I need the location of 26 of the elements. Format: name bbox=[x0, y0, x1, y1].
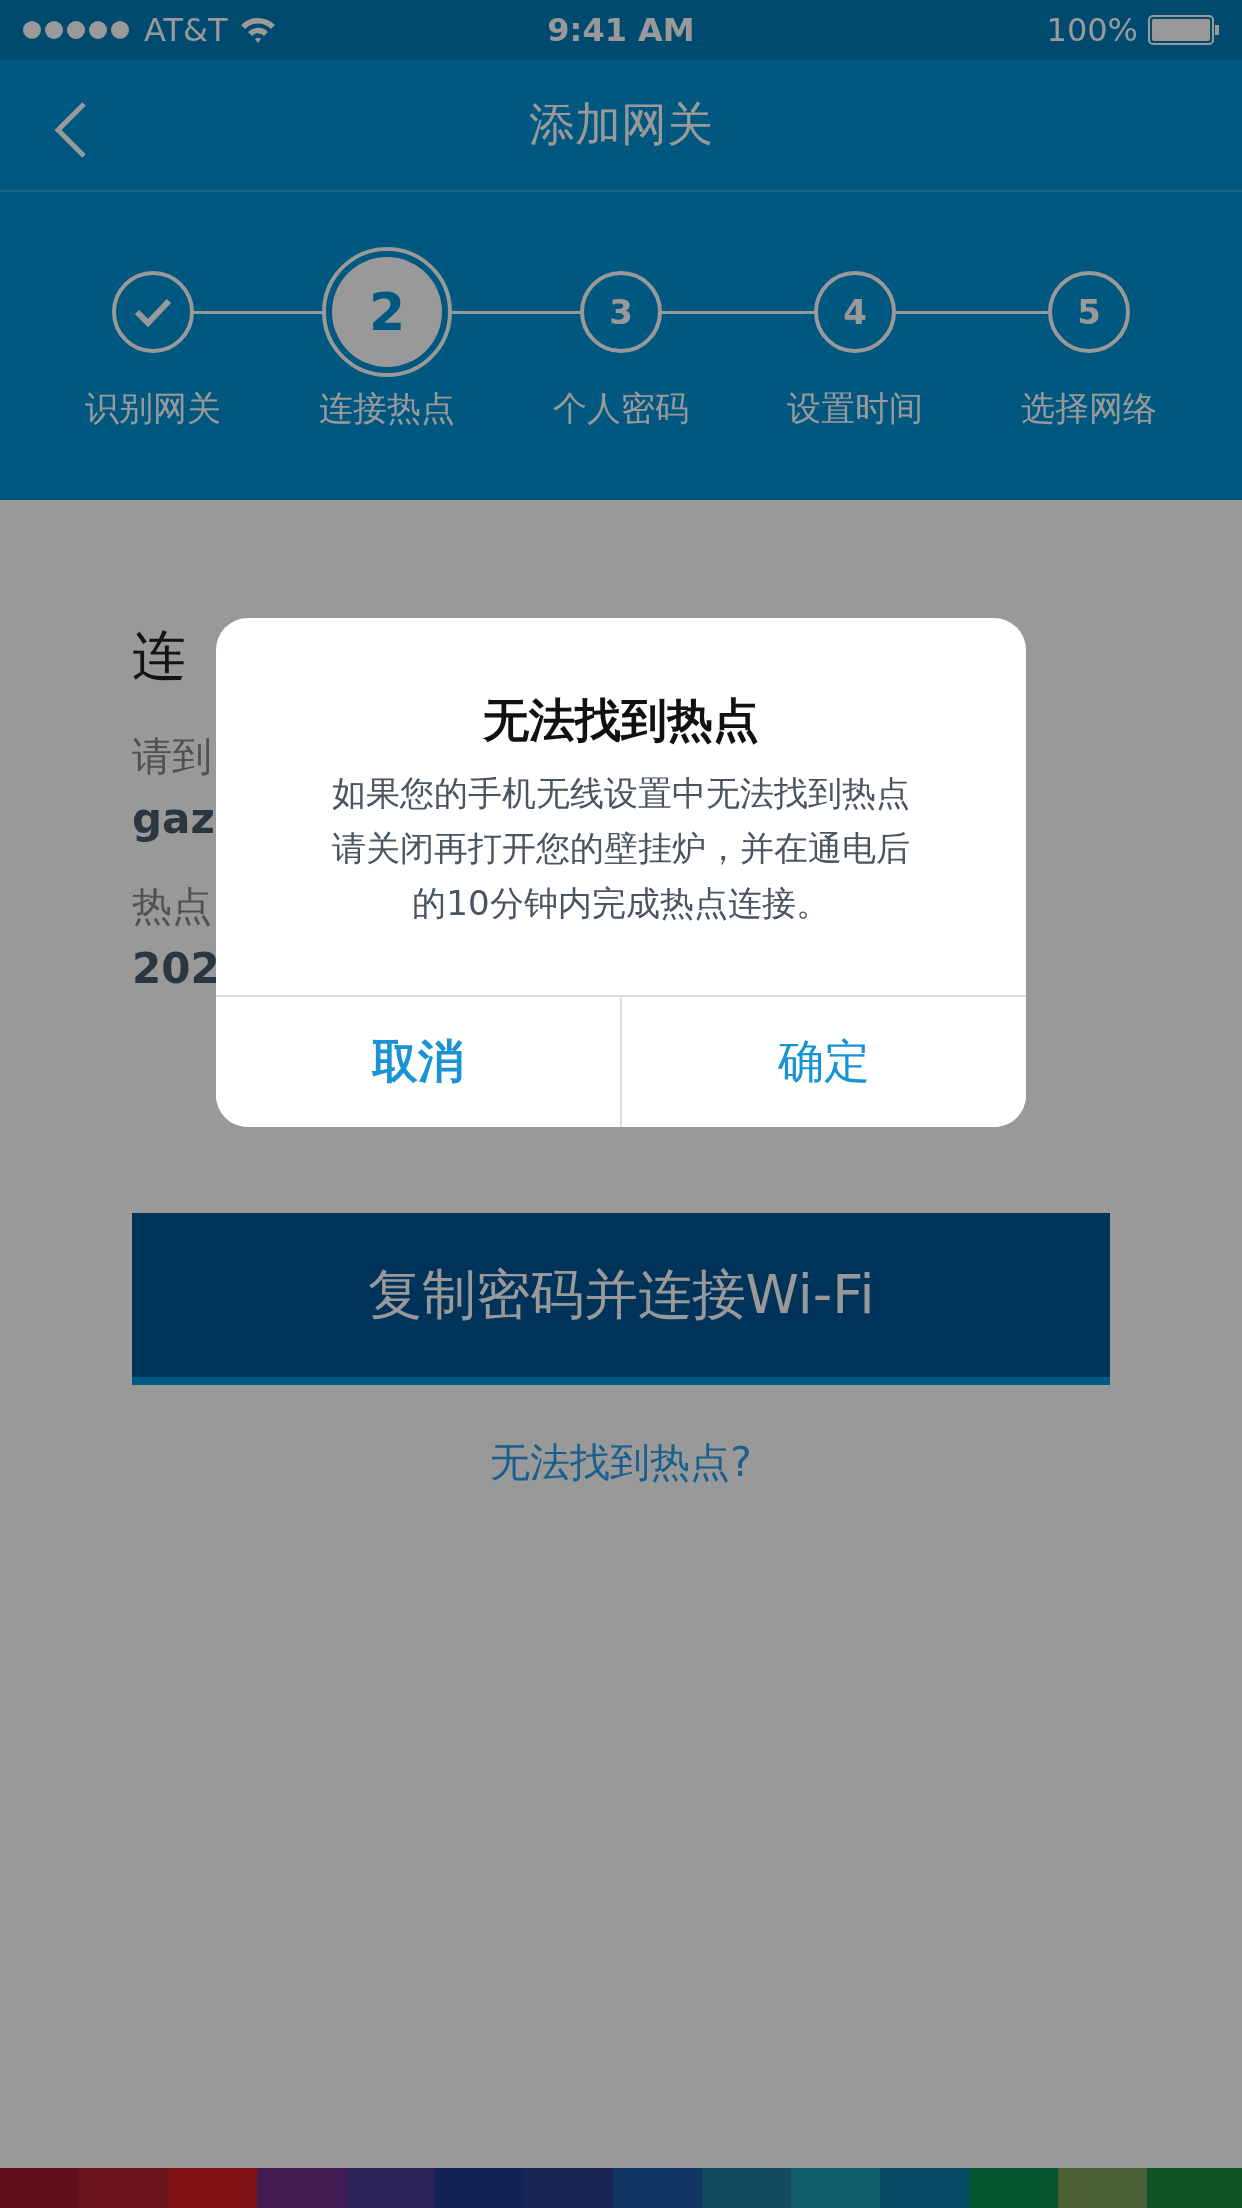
page-title: 添加网关 bbox=[529, 96, 713, 153]
step-badge: 3 bbox=[580, 271, 662, 353]
step-label: 选择网络 bbox=[1021, 387, 1157, 430]
status-time: 9:41 AM bbox=[547, 11, 695, 49]
step-label: 个人密码 bbox=[553, 387, 689, 430]
active-step-badge: 2 bbox=[322, 247, 452, 377]
step-badge: 4 bbox=[814, 271, 896, 353]
signal-icon bbox=[22, 20, 132, 40]
confirm-button[interactable]: 确定 bbox=[620, 997, 1026, 1127]
dialog-message: 如果您的手机无线设置中无法找到热点 请关闭再打开您的壁挂炉，并在通电后 的10分钟内完成热点连接。 bbox=[332, 772, 910, 925]
hotspot-name: gaz bbox=[132, 794, 215, 843]
section-heading: 连 bbox=[132, 623, 186, 689]
help-link[interactable]: 无法找到热点? bbox=[490, 1435, 752, 1490]
step-badge: 5 bbox=[1048, 271, 1130, 353]
instruction-text: 请到 bbox=[132, 732, 212, 781]
password-label: 热点 bbox=[132, 882, 212, 931]
battery-percent: 100% bbox=[1046, 11, 1138, 49]
hotspot-password: 202 bbox=[132, 944, 220, 993]
dialog-title: 无法找到热点 bbox=[483, 692, 759, 749]
carrier-name: AT&T bbox=[144, 11, 228, 49]
step-label: 设置时间 bbox=[787, 387, 923, 430]
step-label: 连接热点 bbox=[319, 387, 455, 430]
battery-icon bbox=[1148, 15, 1220, 45]
copy-password-button[interactable]: 复制密码并连接Wi-Fi bbox=[132, 1213, 1110, 1385]
wifi-icon bbox=[239, 16, 278, 44]
step-label: 识别网关 bbox=[85, 387, 221, 430]
